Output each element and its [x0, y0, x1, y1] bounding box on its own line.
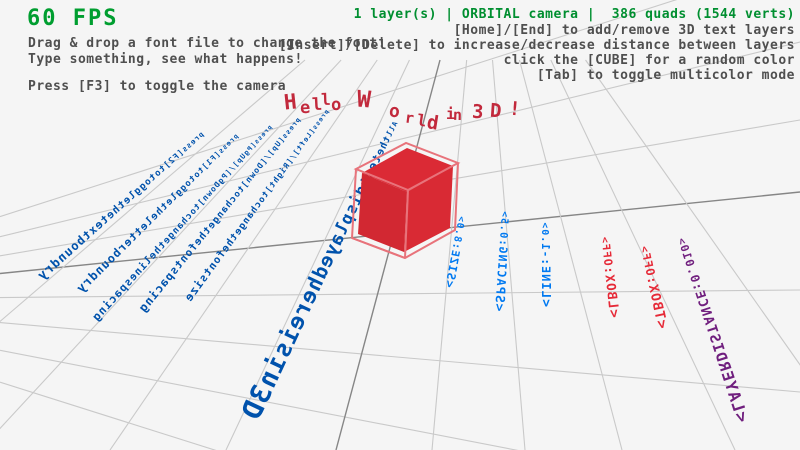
heading-glyph: n — [453, 106, 462, 124]
heading-glyph: D — [489, 100, 502, 123]
hint-cube-color: click the [CUBE] for a random color — [504, 53, 795, 68]
hint-layer-distance: [Insert]/[Delete] to increase/decrease d… — [279, 38, 795, 53]
heading-glyph: W — [356, 87, 372, 114]
hint-type: Type something, see what happens! — [28, 52, 303, 67]
render-stats: 1 layer(s) | ORBITAL camera | 386 quads … — [354, 7, 795, 22]
hint-layers: [Home]/[End] to add/remove 3D text layer… — [454, 23, 795, 38]
heading-glyph: o — [331, 95, 342, 115]
hint-camera: Press [F3] to toggle the camera — [28, 79, 286, 94]
fps-counter: 60 FPS — [27, 6, 118, 31]
heading-glyph: l — [321, 90, 331, 109]
heading-glyph: ! — [508, 98, 521, 121]
3d-viewport[interactable]: All the text displayed here is in 3Dpres… — [0, 0, 800, 450]
hint-multicolor: [Tab] to toggle multicolor mode — [537, 68, 795, 83]
heading-glyph: 3 — [471, 101, 484, 124]
heading-glyph: o — [388, 100, 401, 122]
heading-glyph: e — [299, 98, 311, 119]
heading-glyph: r — [404, 109, 415, 128]
heading-glyph: d — [425, 111, 440, 135]
